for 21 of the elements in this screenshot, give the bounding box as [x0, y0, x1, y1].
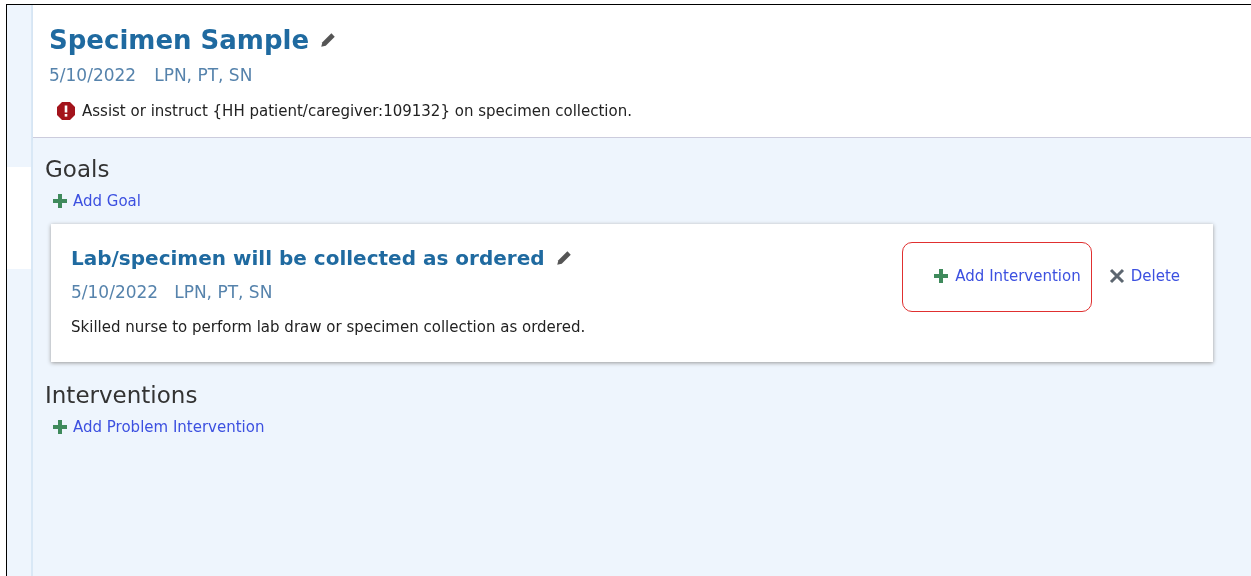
delete-link[interactable]: Delete: [1103, 242, 1191, 312]
close-icon: [1108, 268, 1125, 284]
goals-heading: Goals: [45, 156, 111, 182]
problem-title: Specimen Sample: [49, 25, 310, 55]
goal-disciplines: LPN, PT, SN: [174, 282, 273, 302]
plus-icon: [933, 268, 950, 284]
plus-icon: [52, 193, 68, 209]
add-goal-link[interactable]: Add Goal: [52, 192, 141, 210]
plus-icon: [52, 419, 68, 435]
alert-text: Assist or instruct {HH patient/caregiver:109132} on specimen collection.: [82, 102, 632, 120]
pencil-icon[interactable]: [554, 249, 573, 267]
alert-icon: [56, 101, 76, 121]
add-problem-intervention-link[interactable]: Add Problem Intervention: [52, 418, 265, 436]
problem-date: 5/10/2022: [49, 65, 137, 85]
goal-description: Skilled nurse to perform lab draw or specimen collection as ordered.: [71, 318, 587, 336]
problem-disciplines: LPN, PT, SN: [154, 65, 253, 85]
goal-title: Lab/specimen will be collected as ordered: [71, 246, 545, 270]
pencil-icon[interactable]: [319, 31, 338, 49]
goal-date: 5/10/2022: [71, 282, 159, 302]
interventions-heading: Interventions: [45, 382, 199, 408]
add-intervention-link[interactable]: Add Intervention: [902, 242, 1092, 312]
